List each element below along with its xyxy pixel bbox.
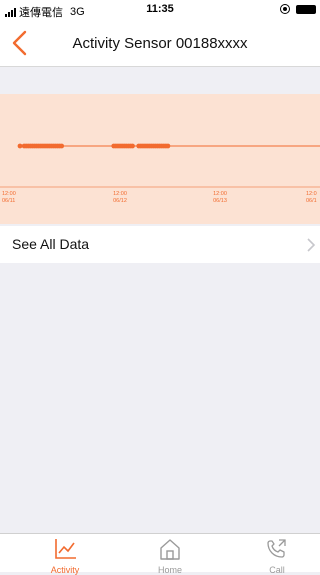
x-tick-time-label: 12:00 [113,191,127,197]
phone-icon [267,539,286,558]
activity-point [59,143,65,149]
see-all-data-row[interactable]: See All Data [0,226,320,263]
status-bar: 遠傳電信 3G 11:35 [0,0,320,20]
tab-bar: Activity Home Call [0,533,320,575]
see-all-data-label: See All Data [12,236,90,252]
x-tick-date-label: 06/1 [306,198,317,204]
x-tick-date-label: 06/12 [113,198,127,204]
activity-chart-icon [55,539,76,559]
battery-icon [296,4,316,14]
navigation-bar: Activity Sensor 00188xxxx [0,20,320,67]
x-tick-time-label: 12:0 [306,191,317,197]
tab-home-label: Home [157,565,182,575]
chevron-right-icon [307,238,316,252]
activity-point [165,143,171,149]
x-tick-time-label: 12:00 [2,191,16,197]
x-tick-date-label: 06/13 [213,198,227,204]
tab-call-label: Call [269,565,285,575]
activity-point [17,143,23,149]
orientation-lock-icon [280,4,290,14]
status-time: 11:35 [146,3,174,15]
page-title: Activity Sensor 00188xxxx [72,35,248,52]
x-tick-date-label: 06/11 [2,198,15,204]
tab-activity[interactable]: Activity [25,534,105,575]
activity-chart: 12:00 06/11 12:00 06/12 12:00 06/13 12:0 06/1 [0,94,320,224]
activity-chart-svg: 12:0006/1112:0006/1212:0006/1312:006/1 [0,143,320,204]
x-tick-time-label: 12:00 [213,191,227,197]
home-icon [160,539,180,560]
tab-call[interactable]: Call [237,534,317,575]
tab-activity-label: Activity [50,565,80,575]
chart-top-spacer [0,67,320,94]
tab-home[interactable]: Home [130,534,210,575]
activity-point [130,143,135,149]
status-right [280,4,316,14]
